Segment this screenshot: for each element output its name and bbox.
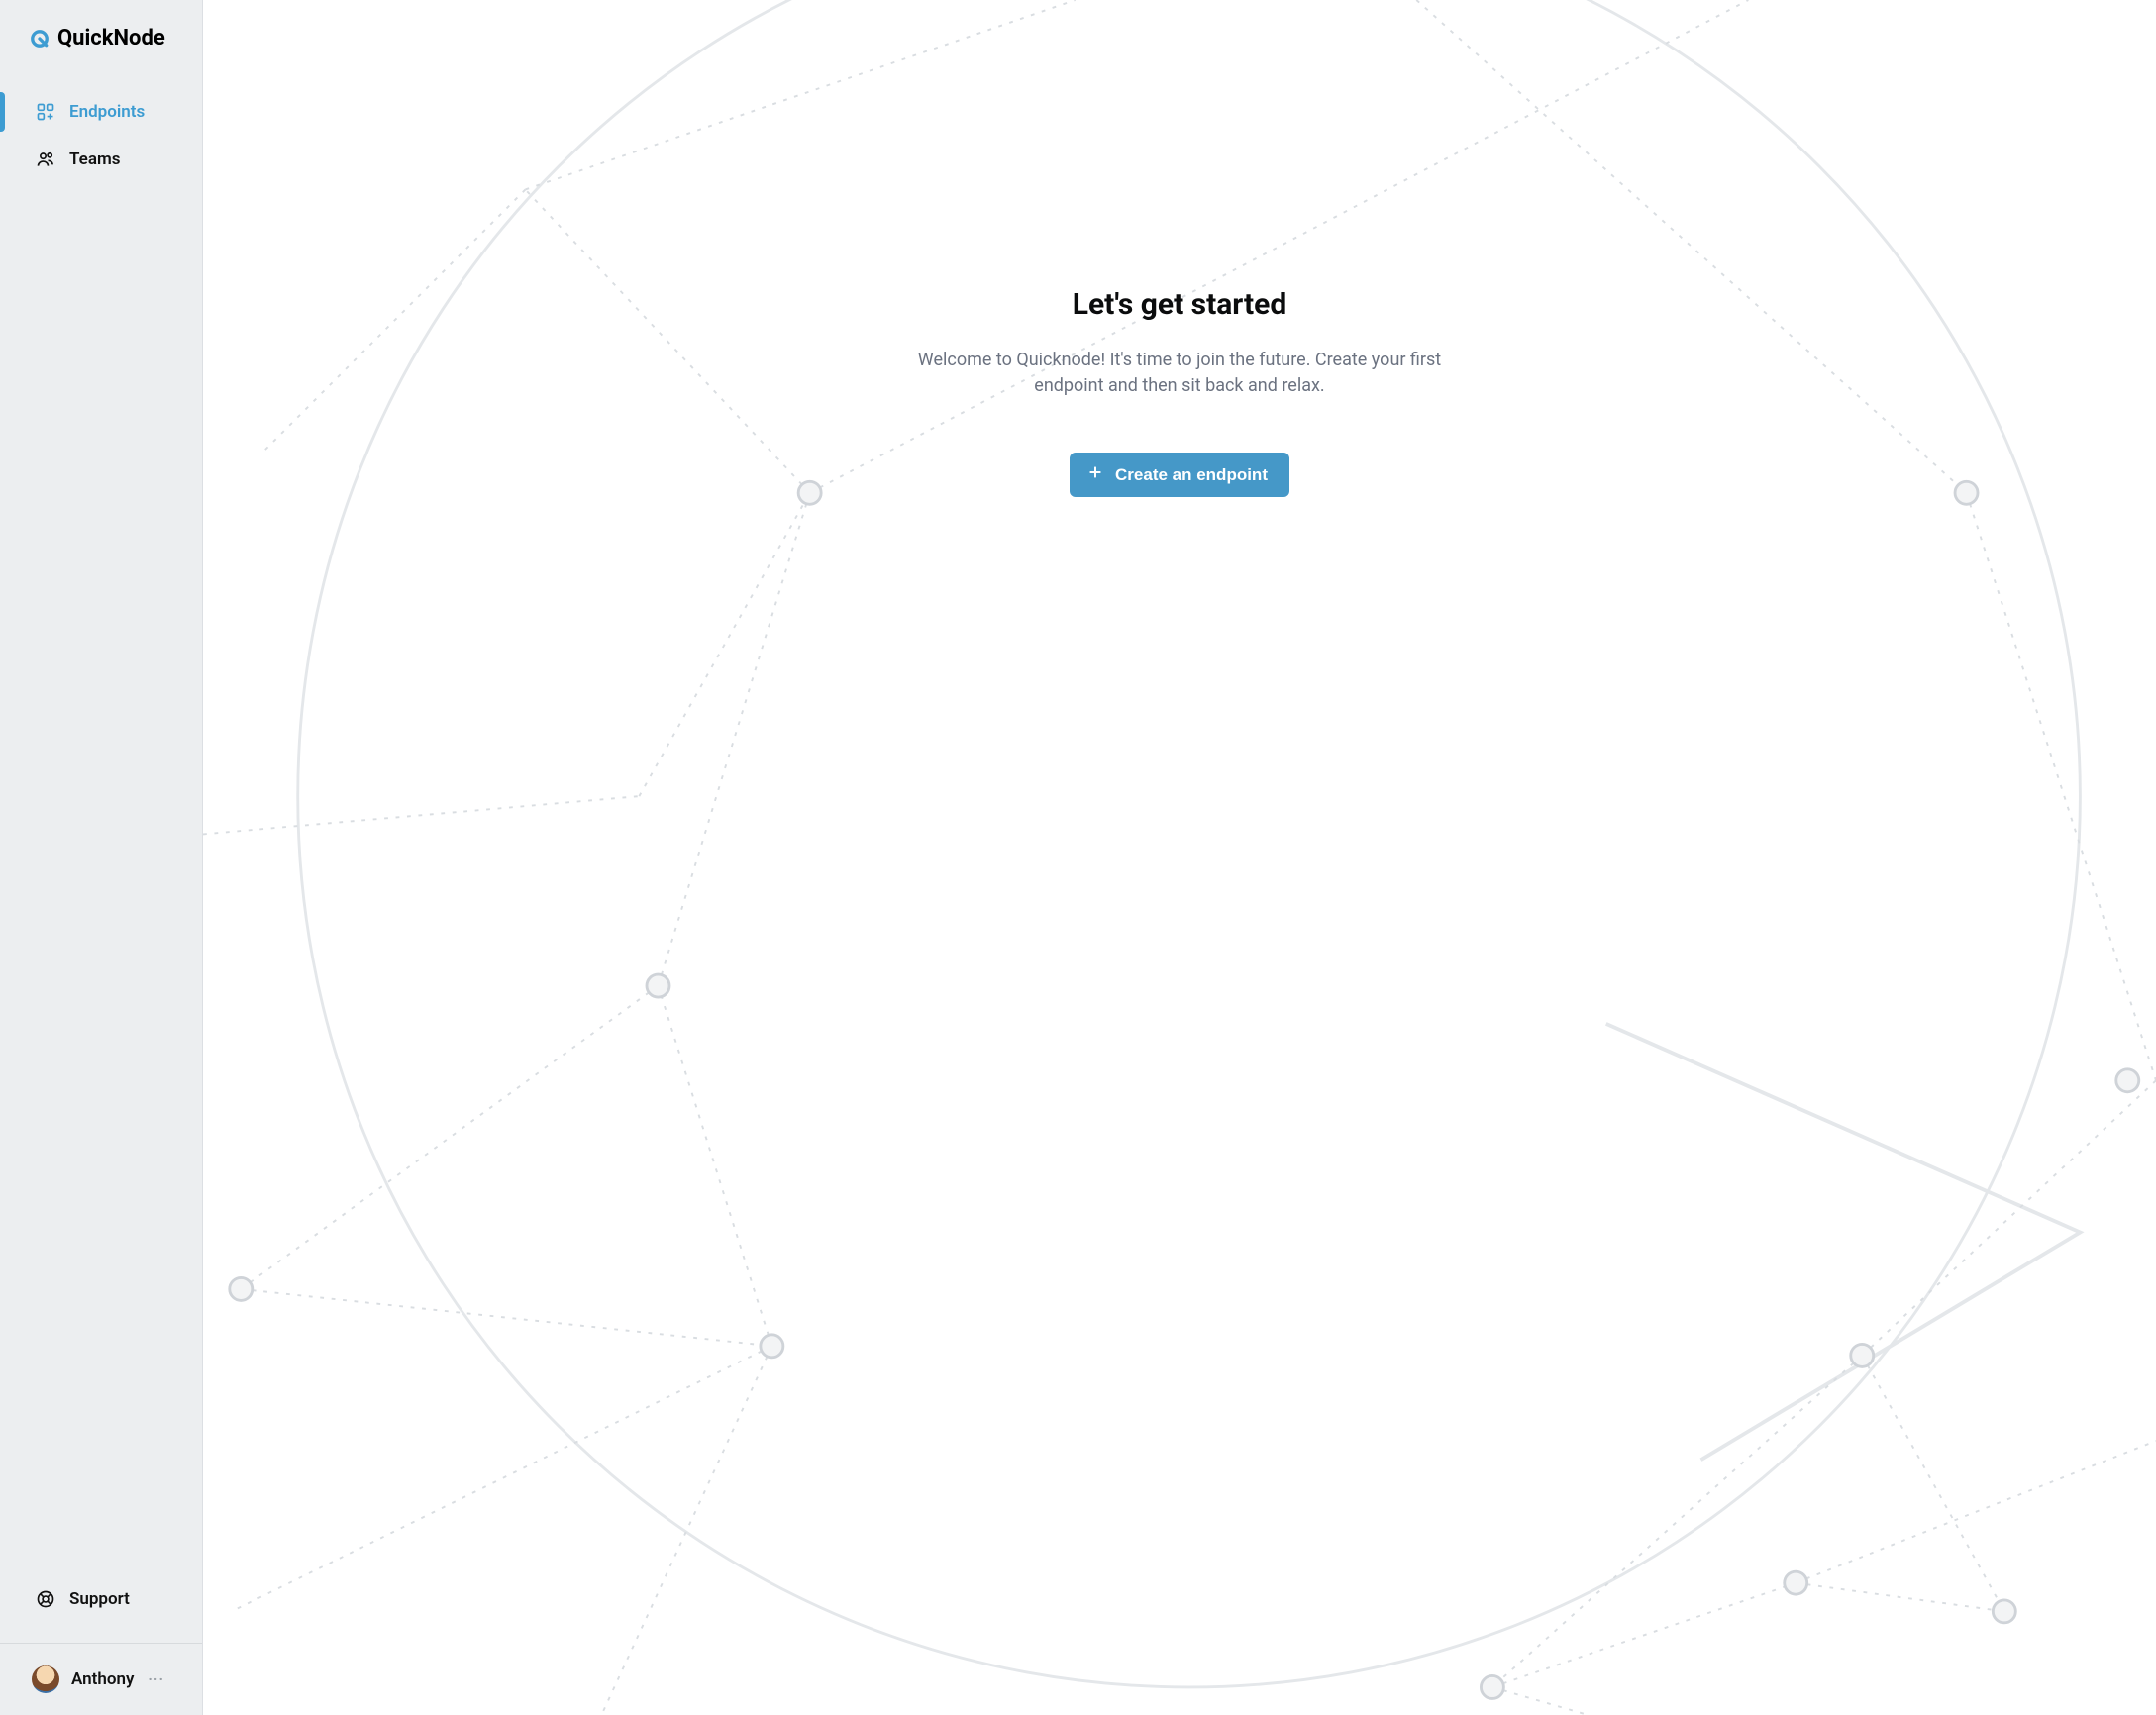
user-menu[interactable]: Anthony ··· (0, 1643, 202, 1715)
user-name: Anthony (71, 1669, 134, 1689)
sidebar: QuickNode Endpoints (0, 0, 203, 1715)
ellipsis-icon: ··· (148, 1670, 164, 1688)
page-subtext: Welcome to Quicknode! It's time to join … (882, 348, 1477, 399)
teams-icon (36, 150, 55, 169)
brand[interactable]: QuickNode (0, 0, 202, 74)
endpoints-icon (36, 102, 55, 122)
avatar (32, 1665, 59, 1693)
page-title: Let's get started (882, 287, 1477, 322)
sidebar-item-label: Endpoints (69, 102, 145, 122)
background-network-art (203, 0, 2156, 1715)
nav: Endpoints Teams (0, 74, 202, 183)
sidebar-item-endpoints[interactable]: Endpoints (0, 88, 202, 136)
support-icon (36, 1589, 55, 1609)
quicknode-logo-icon (30, 29, 50, 49)
main-content: Let's get started Welcome to Quicknode! … (203, 0, 2156, 1715)
sidebar-spacer (0, 183, 202, 1573)
sidebar-item-support[interactable]: Support (0, 1573, 202, 1625)
cta-label: Create an endpoint (1115, 465, 1268, 485)
sidebar-item-teams[interactable]: Teams (0, 136, 202, 183)
create-endpoint-button[interactable]: Create an endpoint (1070, 453, 1289, 497)
plus-icon (1087, 464, 1103, 485)
empty-state: Let's get started Welcome to Quicknode! … (863, 287, 1496, 497)
sidebar-item-label: Teams (69, 150, 120, 169)
brand-name: QuickNode (57, 26, 165, 50)
sidebar-item-label: Support (69, 1589, 130, 1609)
